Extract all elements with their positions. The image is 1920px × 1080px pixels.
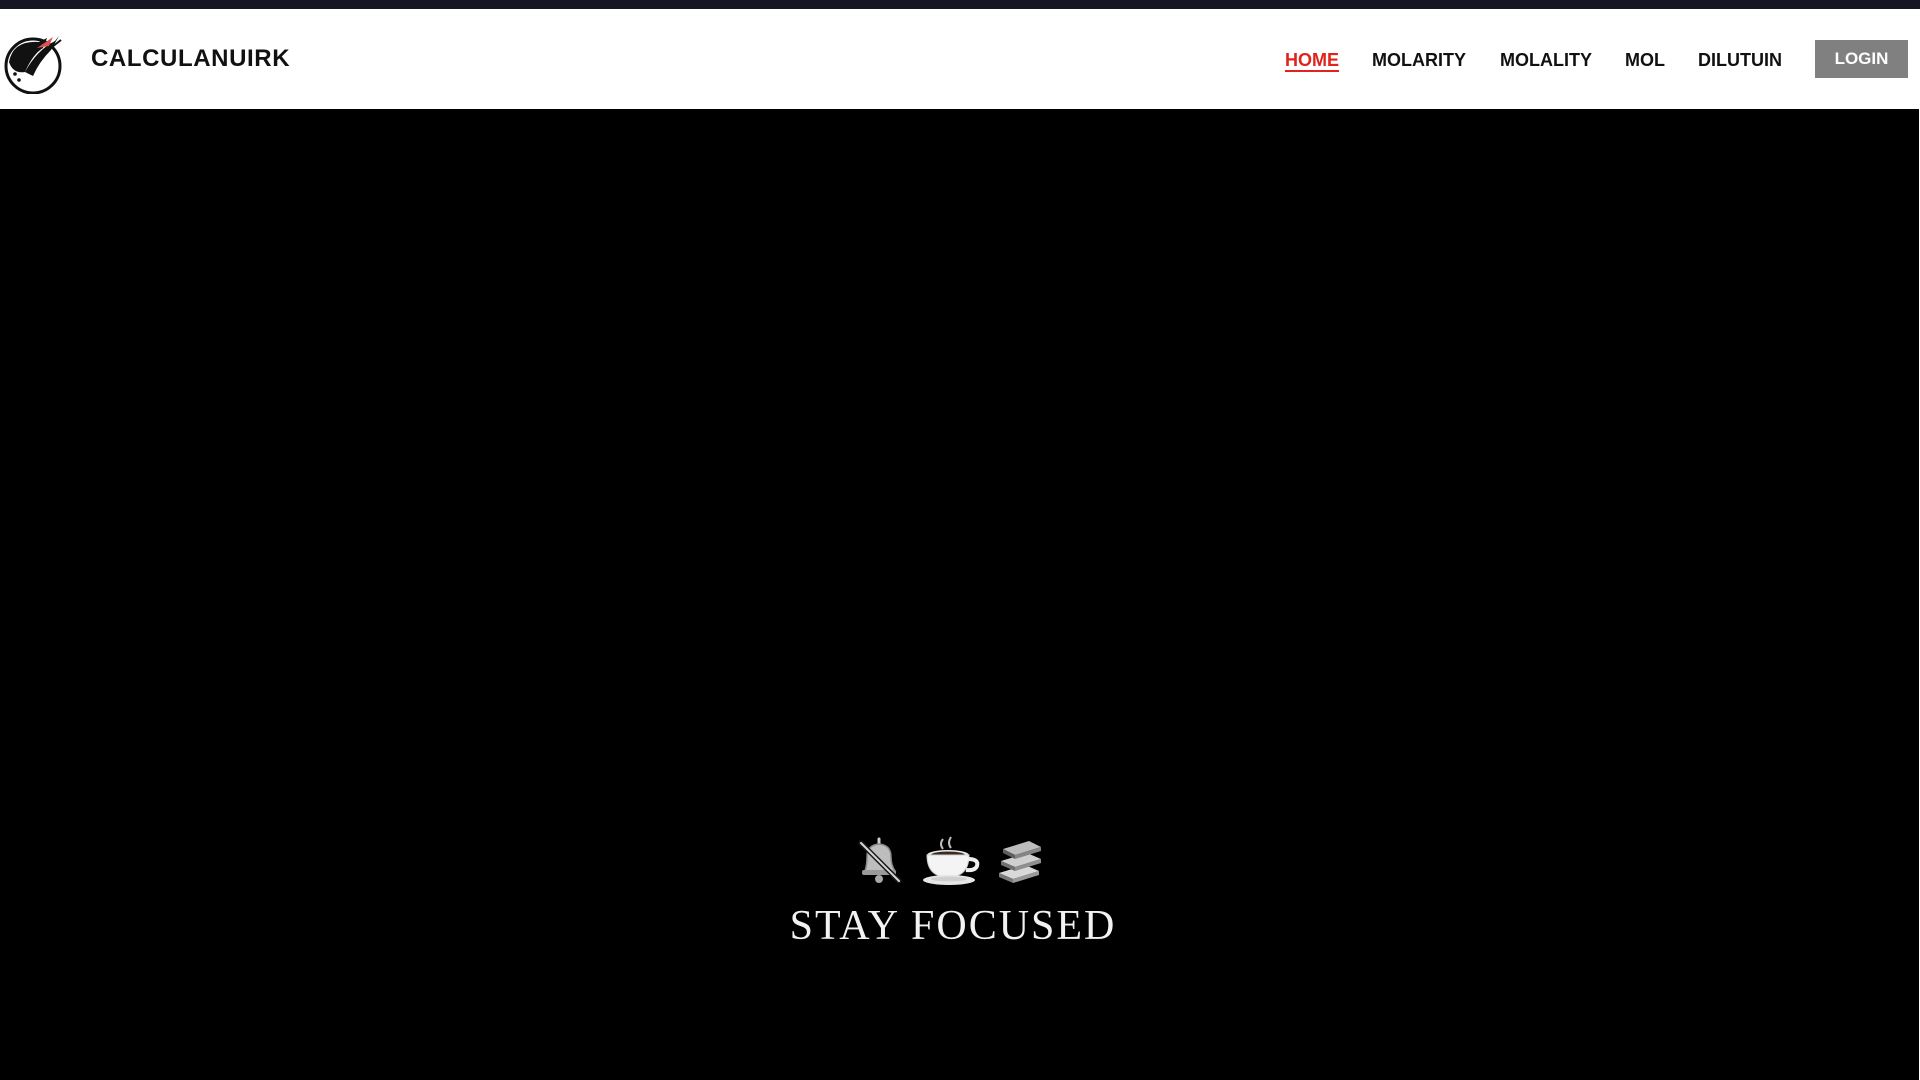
nav-home[interactable]: HOME xyxy=(1285,49,1339,71)
stay-focused-title: STAY FOCUSED xyxy=(789,903,1117,949)
coffee-cup-icon xyxy=(921,835,981,892)
hero-icon-row xyxy=(855,835,1055,887)
nav-dilutuin[interactable]: DILUTUIN xyxy=(1698,49,1782,71)
navbar: CALCULANUIRK HOME MOLARITY MOLALITY MOL … xyxy=(0,9,1920,109)
brand-name[interactable]: CALCULANUIRK xyxy=(91,45,290,73)
ninja-bird-logo-icon[interactable] xyxy=(3,32,67,95)
page: CALCULANUIRK HOME MOLARITY MOLALITY MOL … xyxy=(0,0,1920,1080)
nav-mol[interactable]: MOL xyxy=(1625,49,1665,71)
books-icon xyxy=(995,835,1045,890)
muted-bell-icon xyxy=(855,835,903,890)
nav-molality[interactable]: MOLALITY xyxy=(1500,49,1592,71)
top-strip xyxy=(0,0,1920,9)
nav-molarity[interactable]: MOLARITY xyxy=(1372,49,1466,71)
login-button[interactable]: LOGIN xyxy=(1815,40,1908,78)
